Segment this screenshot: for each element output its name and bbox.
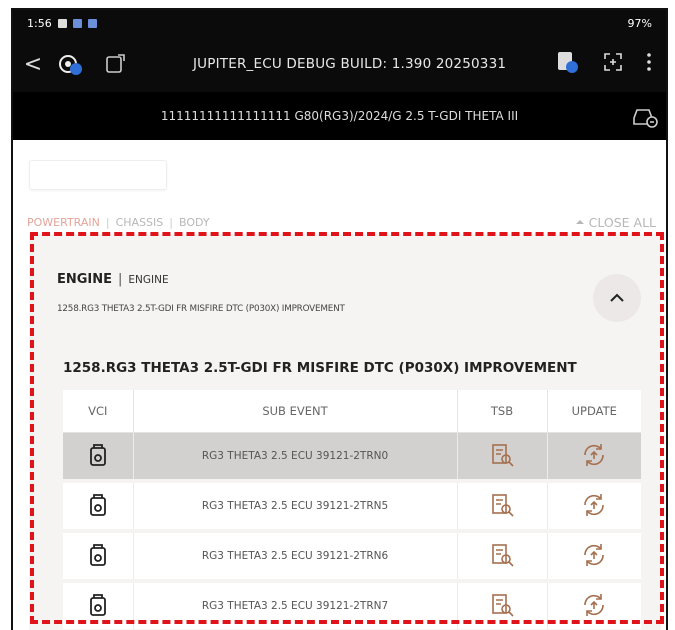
engine-title: ENGINE | ENGINE	[57, 272, 169, 287]
sub-event-name: RG3 THETA3 2.5 ECU 39121-2TRN0	[133, 432, 458, 483]
collapse-button[interactable]	[593, 274, 641, 322]
notification-icon	[87, 18, 97, 28]
update-icon[interactable]	[547, 481, 641, 533]
table-row[interactable]: RG3 THETA3 2.5 ECU 39121-2TRN6	[63, 531, 641, 583]
vci-device-icon	[63, 481, 134, 533]
update-icon[interactable]	[547, 531, 641, 583]
fullscreen-icon[interactable]	[602, 51, 624, 77]
more-options-icon[interactable]	[646, 51, 652, 77]
tsb-document-icon[interactable]	[457, 481, 548, 533]
vci-connection-icon[interactable]	[53, 49, 87, 79]
close-all-label: CLOSE ALL	[588, 214, 656, 230]
engine-description: 1258.RG3 THETA3 2.5T-GDI FR MISFIRE DTC …	[57, 304, 345, 314]
vehicle-diagnosis-icon[interactable]	[630, 102, 660, 133]
event-section: 1258.RG3 THETA3 2.5T-GDI FR MISFIRE DTC …	[29, 340, 661, 630]
vci-device-icon	[63, 531, 134, 583]
separator: |	[105, 215, 110, 229]
table-row[interactable]: RG3 THETA3 2.5 ECU 39121-2TRN0	[63, 432, 641, 483]
vehicle-bar: 11111111111111111 G80(RG3)/2024/G 2.5 T-…	[13, 92, 666, 140]
col-update: UPDATE	[547, 390, 641, 433]
search-area	[13, 140, 666, 212]
update-icon[interactable]	[547, 581, 641, 630]
engine-card-header[interactable]: ENGINE | ENGINE 1258.RG3 THETA3 2.5T-GDI F…	[29, 234, 661, 340]
vehicle-info: 11111111111111111 G80(RG3)/2024/G 2.5 T-…	[160, 109, 519, 123]
col-tsb: TSB	[457, 390, 548, 433]
search-input[interactable]	[29, 160, 167, 190]
clock: 1:56	[27, 16, 52, 30]
app-bar: < JUPITER_ECU DEBUG BUILD: 1.390 2025033…	[13, 36, 666, 92]
engine-card: ENGINE | ENGINE 1258.RG3 THETA3 2.5T-GDI F…	[29, 234, 661, 630]
battery-level: 97%	[627, 16, 652, 30]
page-title: JUPITER_ECU DEBUG BUILD: 1.390 20250331	[193, 56, 507, 72]
subsystem-name: ENGINE	[128, 274, 169, 286]
category-tabs: POWERTRAIN | CHASSIS | BODY	[27, 216, 210, 229]
table-row[interactable]: RG3 THETA3 2.5 ECU 39121-2TRN5	[63, 481, 641, 533]
tab-chassis[interactable]: CHASSIS	[116, 216, 164, 229]
vci-device-icon	[63, 432, 134, 483]
separator: |	[169, 215, 173, 229]
col-vci: VCI	[63, 390, 134, 433]
notification-icon	[72, 18, 82, 28]
system-name: ENGINE	[57, 272, 113, 287]
sub-event-name: RG3 THETA3 2.5 ECU 39121-2TRN5	[133, 481, 458, 533]
sync-icon[interactable]	[554, 49, 580, 79]
status-bar: 1:56 97%	[13, 10, 666, 36]
app-window: 1:56 97% < JUPITER_ECU DEBUG BUILD: 1.39…	[11, 8, 668, 630]
update-icon[interactable]	[547, 432, 641, 483]
table-row[interactable]: RG3 THETA3 2.5 ECU 39121-2TRN7	[63, 581, 641, 630]
tab-body[interactable]: BODY	[179, 216, 210, 229]
event-title: 1258.RG3 THETA3 2.5T-GDI FR MISFIRE DTC …	[63, 360, 577, 376]
device-icon[interactable]	[99, 49, 133, 79]
tab-powertrain[interactable]: POWERTRAIN	[27, 216, 100, 229]
sub-event-name: RG3 THETA3 2.5 ECU 39121-2TRN7	[133, 581, 458, 630]
table-header: VCI SUB EVENT TSB UPDATE	[63, 390, 641, 433]
chevron-up-icon	[610, 293, 624, 302]
vci-device-icon	[63, 581, 134, 630]
back-button[interactable]: <	[13, 52, 53, 77]
tsb-document-icon[interactable]	[457, 432, 548, 483]
tsb-document-icon[interactable]	[457, 531, 548, 583]
chevron-up-icon	[575, 220, 584, 224]
separator: |	[118, 272, 123, 287]
col-sub-event: SUB EVENT	[133, 390, 458, 433]
sub-event-table: VCI SUB EVENT TSB UPDATE RG3 THETA3 2.5 …	[63, 390, 641, 630]
sub-event-name: RG3 THETA3 2.5 ECU 39121-2TRN6	[133, 531, 458, 583]
system-filter-bar: POWERTRAIN | CHASSIS | BODY CLOSE ALL	[13, 212, 666, 232]
tsb-document-icon[interactable]	[457, 581, 548, 630]
gallery-icon	[57, 18, 67, 28]
close-all-button[interactable]: CLOSE ALL	[575, 215, 656, 230]
